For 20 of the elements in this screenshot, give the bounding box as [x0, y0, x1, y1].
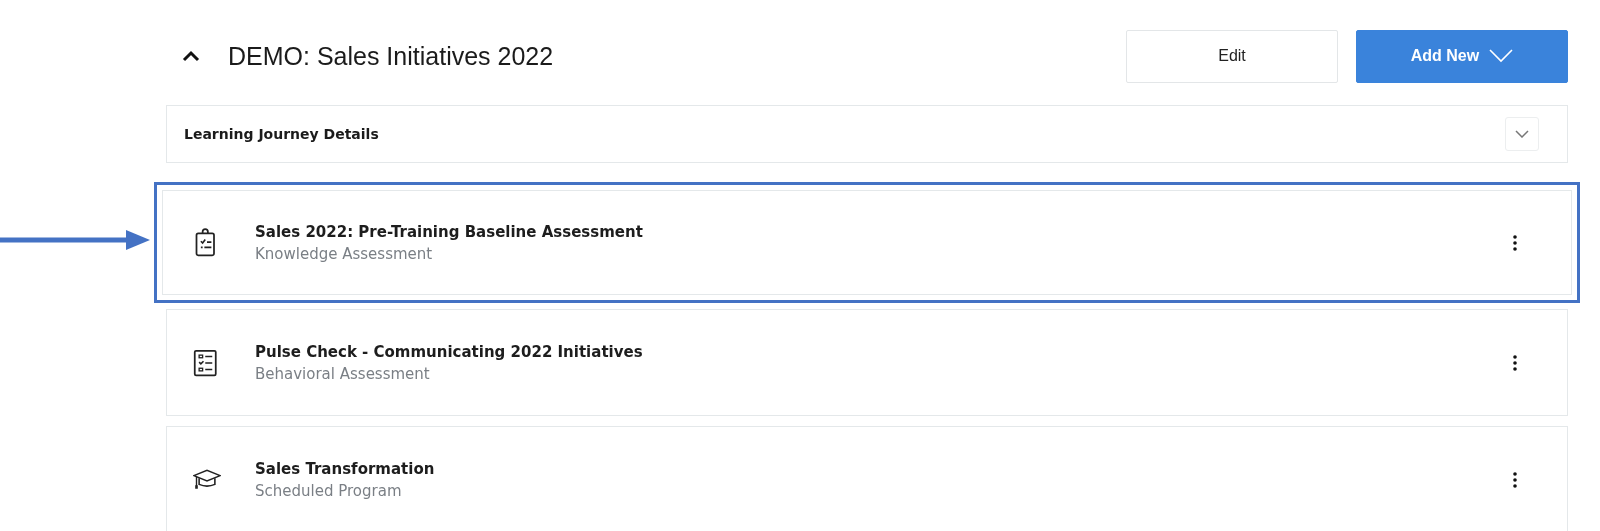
add-new-button[interactable]: Add New — [1356, 29, 1568, 83]
chevron-up-icon — [182, 50, 200, 62]
item-title: Sales 2022: Pre-Training Baseline Assessment — [255, 222, 644, 241]
section-title: DEMO: Sales Initiatives 2022 — [228, 41, 555, 71]
details-label: Learning Journey Details — [184, 126, 379, 142]
kebab-menu-icon — [1513, 234, 1517, 251]
chevron-down-icon — [1489, 49, 1514, 63]
item-subtitle: Scheduled Program — [255, 481, 403, 500]
kebab-menu-icon — [1513, 354, 1517, 371]
list-item-card[interactable]: Pulse Check - Communicating 2022 Initiatives Behavioral Assessment — [166, 309, 1568, 416]
chevron-down-icon — [1515, 130, 1529, 138]
list-item-card[interactable]: Sales 2022: Pre-Training Baseline Assessment Knowledge Assessment — [154, 182, 1580, 303]
list-item-card[interactable]: Sales Transformation Scheduled Program — [166, 426, 1568, 531]
item-title: Sales Transformation — [255, 459, 436, 478]
edit-button[interactable]: Edit — [1126, 29, 1338, 83]
expand-toggle[interactable] — [1505, 117, 1539, 151]
kebab-menu-icon — [1513, 471, 1517, 488]
item-subtitle: Knowledge Assessment — [255, 244, 434, 263]
item-title: Pulse Check - Communicating 2022 Initiatives — [255, 342, 644, 361]
item-subtitle: Behavioral Assessment — [255, 364, 431, 383]
